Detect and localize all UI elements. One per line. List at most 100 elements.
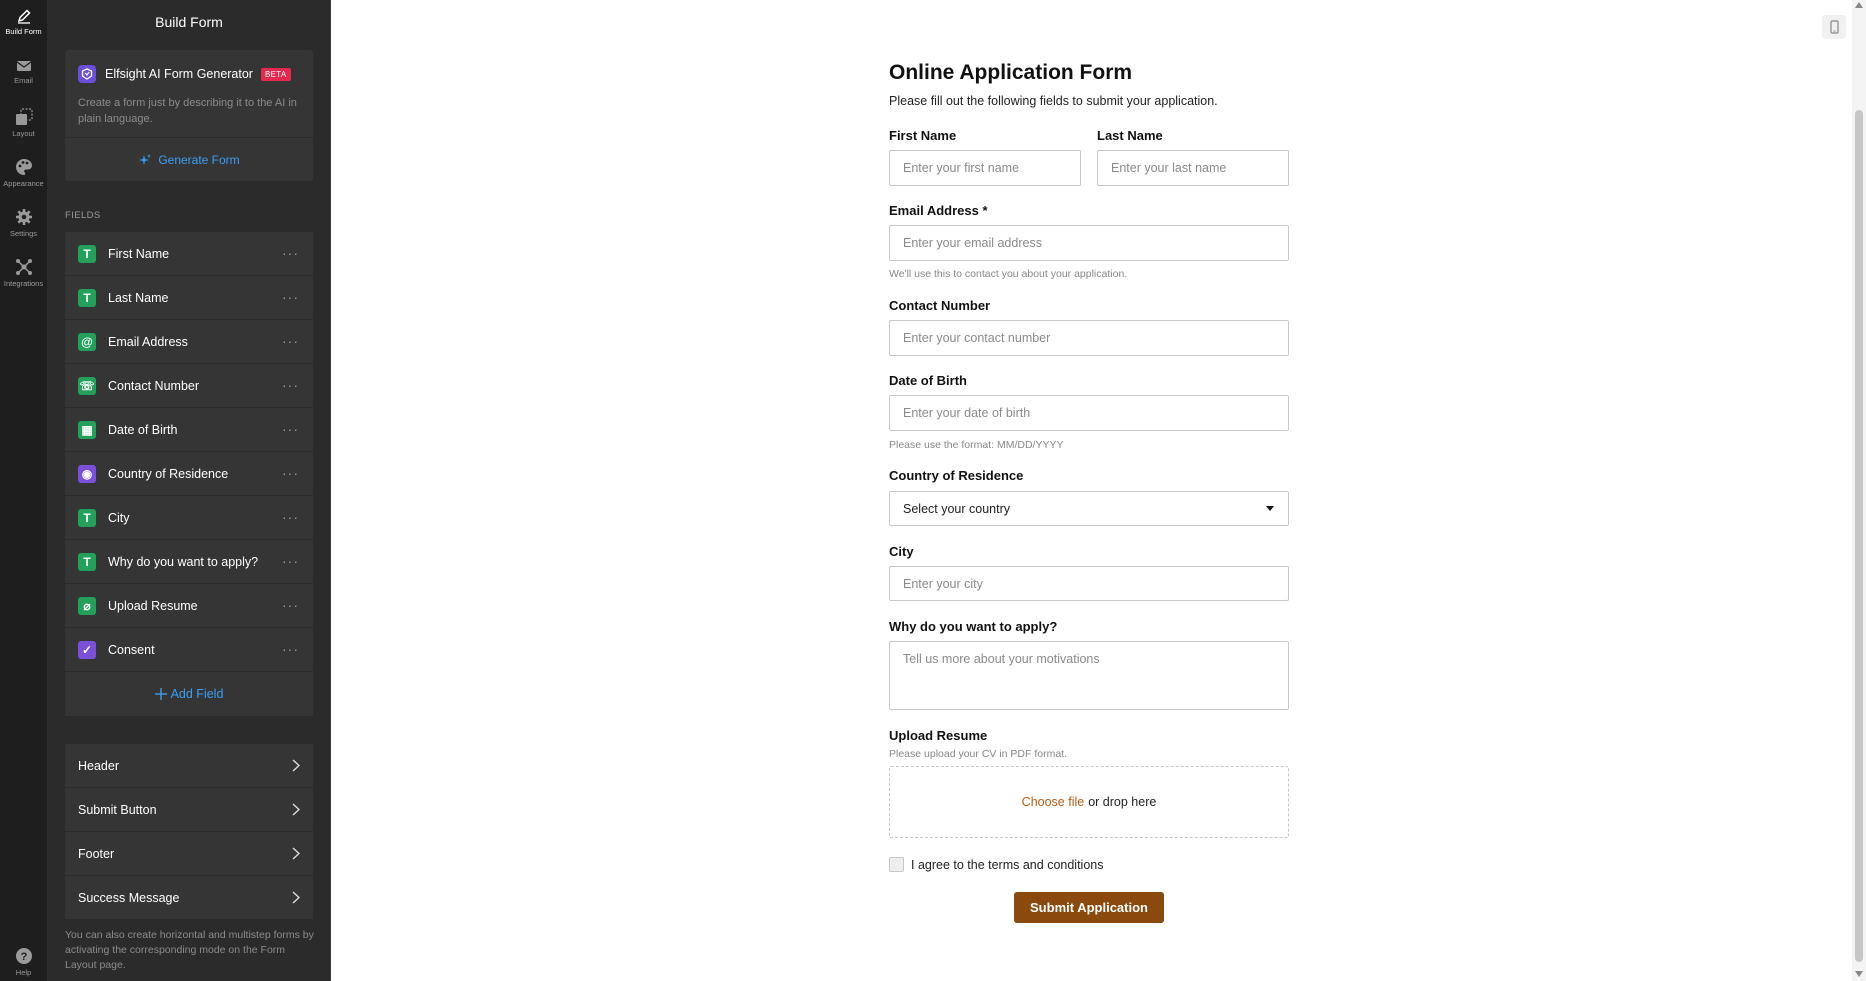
pencil-icon <box>17 9 31 24</box>
section-label: Header <box>78 758 119 773</box>
field-menu-button[interactable]: ··· <box>282 421 299 437</box>
field-label: Date of Birth <box>108 422 178 437</box>
rail-label: Help <box>15 968 32 977</box>
chevron-right-icon <box>292 803 300 816</box>
textarea-icon: T <box>78 552 96 571</box>
field-list: T First Name ··· T Last Name ··· @ Email… <box>65 232 313 716</box>
section-label: Success Message <box>78 890 180 905</box>
last-name-input[interactable] <box>1097 150 1289 186</box>
section-submit-button[interactable]: Submit Button <box>65 788 313 831</box>
section-success-message[interactable]: Success Message <box>65 876 313 919</box>
checkbox-icon: ✓ <box>78 640 96 659</box>
rail-label: Layout <box>12 129 35 138</box>
field-item-last-name[interactable]: T Last Name ··· <box>65 276 313 319</box>
rail-build-form[interactable]: Build Form <box>0 8 47 36</box>
chevron-right-icon <box>292 847 300 860</box>
chevron-right-icon <box>292 891 300 904</box>
rail-label: Email <box>14 76 33 85</box>
ai-generator-name: Elfsight AI Form Generator <box>105 67 253 81</box>
text-icon: T <box>78 288 96 307</box>
why-apply-textarea[interactable] <box>889 641 1289 710</box>
rail-integrations[interactable]: Integrations <box>0 258 47 288</box>
mobile-preview-button[interactable] <box>1822 15 1846 39</box>
generate-form-button[interactable]: Generate Form <box>65 138 313 181</box>
email-hint: We'll use this to contact you about your… <box>889 268 1128 280</box>
add-field-label: Add Field <box>170 687 224 701</box>
field-item-date-of-birth[interactable]: ▦ Date of Birth ··· <box>65 408 313 451</box>
section-header[interactable]: Header <box>65 744 313 787</box>
field-menu-button[interactable]: ··· <box>282 333 299 349</box>
text-icon: T <box>78 244 96 263</box>
rail-label: Settings <box>9 229 38 238</box>
field-menu-button[interactable]: ··· <box>282 465 299 481</box>
field-menu-button[interactable]: ··· <box>282 553 299 569</box>
consent-checkbox[interactable] <box>889 857 904 872</box>
field-label: Contact Number <box>108 378 200 393</box>
rail-label: Appearance <box>3 179 44 188</box>
rail-email[interactable]: Email <box>0 59 47 85</box>
field-item-country-of-residence[interactable]: ◉ Country of Residence ··· <box>65 452 313 495</box>
choose-file-link[interactable]: Choose file <box>1022 795 1085 809</box>
scrollbar[interactable] <box>1852 0 1866 981</box>
dob-input[interactable] <box>889 395 1289 431</box>
country-select-value: Select your country <box>903 501 1010 516</box>
field-item-city[interactable]: T City ··· <box>65 496 313 539</box>
email-input[interactable] <box>889 225 1289 261</box>
sidebar-note: You can also create horizontal and multi… <box>65 929 314 971</box>
field-menu-button[interactable]: ··· <box>282 597 299 613</box>
field-menu-button[interactable]: ··· <box>282 377 299 393</box>
integrations-icon <box>15 259 32 275</box>
first-name-label: First Name <box>889 128 957 143</box>
chevron-down-icon <box>1266 506 1274 511</box>
dob-hint: Please use the format: MM/DD/YYYY <box>889 439 1064 451</box>
upload-resume-label: Upload Resume <box>889 728 988 743</box>
field-item-why-apply[interactable]: T Why do you want to apply? ··· <box>65 540 313 583</box>
city-input[interactable] <box>889 566 1289 601</box>
field-item-email-address[interactable]: @ Email Address ··· <box>65 320 313 363</box>
paperclip-icon: ⌀ <box>78 596 96 615</box>
field-item-contact-number[interactable]: ☏ Contact Number ··· <box>65 364 313 407</box>
field-label: Upload Resume <box>108 598 198 613</box>
upload-resume-hint: Please upload your CV in PDF format. <box>889 748 1067 760</box>
file-drop-zone[interactable]: Choose file or drop here <box>889 766 1289 838</box>
rail-help[interactable]: ? Help <box>0 947 47 977</box>
scroll-down-arrow-icon[interactable] <box>1855 971 1863 977</box>
submit-application-button[interactable]: Submit Application <box>1014 892 1164 923</box>
calendar-icon: ▦ <box>78 420 96 439</box>
sidebar-title: Build Form <box>155 14 223 30</box>
field-item-first-name[interactable]: T First Name ··· <box>65 232 313 275</box>
contact-number-label: Contact Number <box>889 298 991 313</box>
consent-row: I agree to the terms and conditions <box>889 857 1103 872</box>
section-label: Footer <box>78 846 115 861</box>
first-name-input[interactable] <box>889 150 1081 186</box>
field-menu-button[interactable]: ··· <box>282 245 299 261</box>
field-label: City <box>108 510 130 525</box>
section-list: Header Submit Button Footer Success Mess… <box>65 744 313 920</box>
help-icon: ? <box>15 948 32 964</box>
add-field-button[interactable]: Add Field <box>65 672 313 716</box>
rail-layout[interactable]: Layout <box>0 108 47 138</box>
rail-label: Build Form <box>5 27 42 36</box>
at-icon: @ <box>78 332 96 351</box>
rail-settings[interactable]: Settings <box>0 208 47 238</box>
fields-section-label: FIELDS <box>65 210 101 221</box>
generate-form-label: Generate Form <box>158 152 240 167</box>
form-title: Online Application Form <box>889 61 1133 84</box>
contact-number-input[interactable] <box>889 320 1289 356</box>
section-footer[interactable]: Footer <box>65 832 313 875</box>
field-label: Last Name <box>108 290 169 305</box>
layout-icon <box>15 108 33 125</box>
rail-appearance[interactable]: Appearance <box>0 158 47 188</box>
field-item-consent[interactable]: ✓ Consent ··· <box>65 628 313 671</box>
field-menu-button[interactable]: ··· <box>282 289 299 305</box>
last-name-label: Last Name <box>1097 128 1163 143</box>
field-menu-button[interactable]: ··· <box>282 641 299 657</box>
city-label: City <box>889 544 914 559</box>
scrollbar-thumb[interactable] <box>1855 110 1863 962</box>
country-select[interactable]: Select your country <box>889 491 1289 526</box>
field-item-upload-resume[interactable]: ⌀ Upload Resume ··· <box>65 584 313 627</box>
text-icon: T <box>78 508 96 527</box>
scroll-up-arrow-icon[interactable] <box>1855 2 1863 8</box>
field-menu-button[interactable]: ··· <box>282 509 299 525</box>
why-apply-label: Why do you want to apply? <box>889 619 1058 634</box>
